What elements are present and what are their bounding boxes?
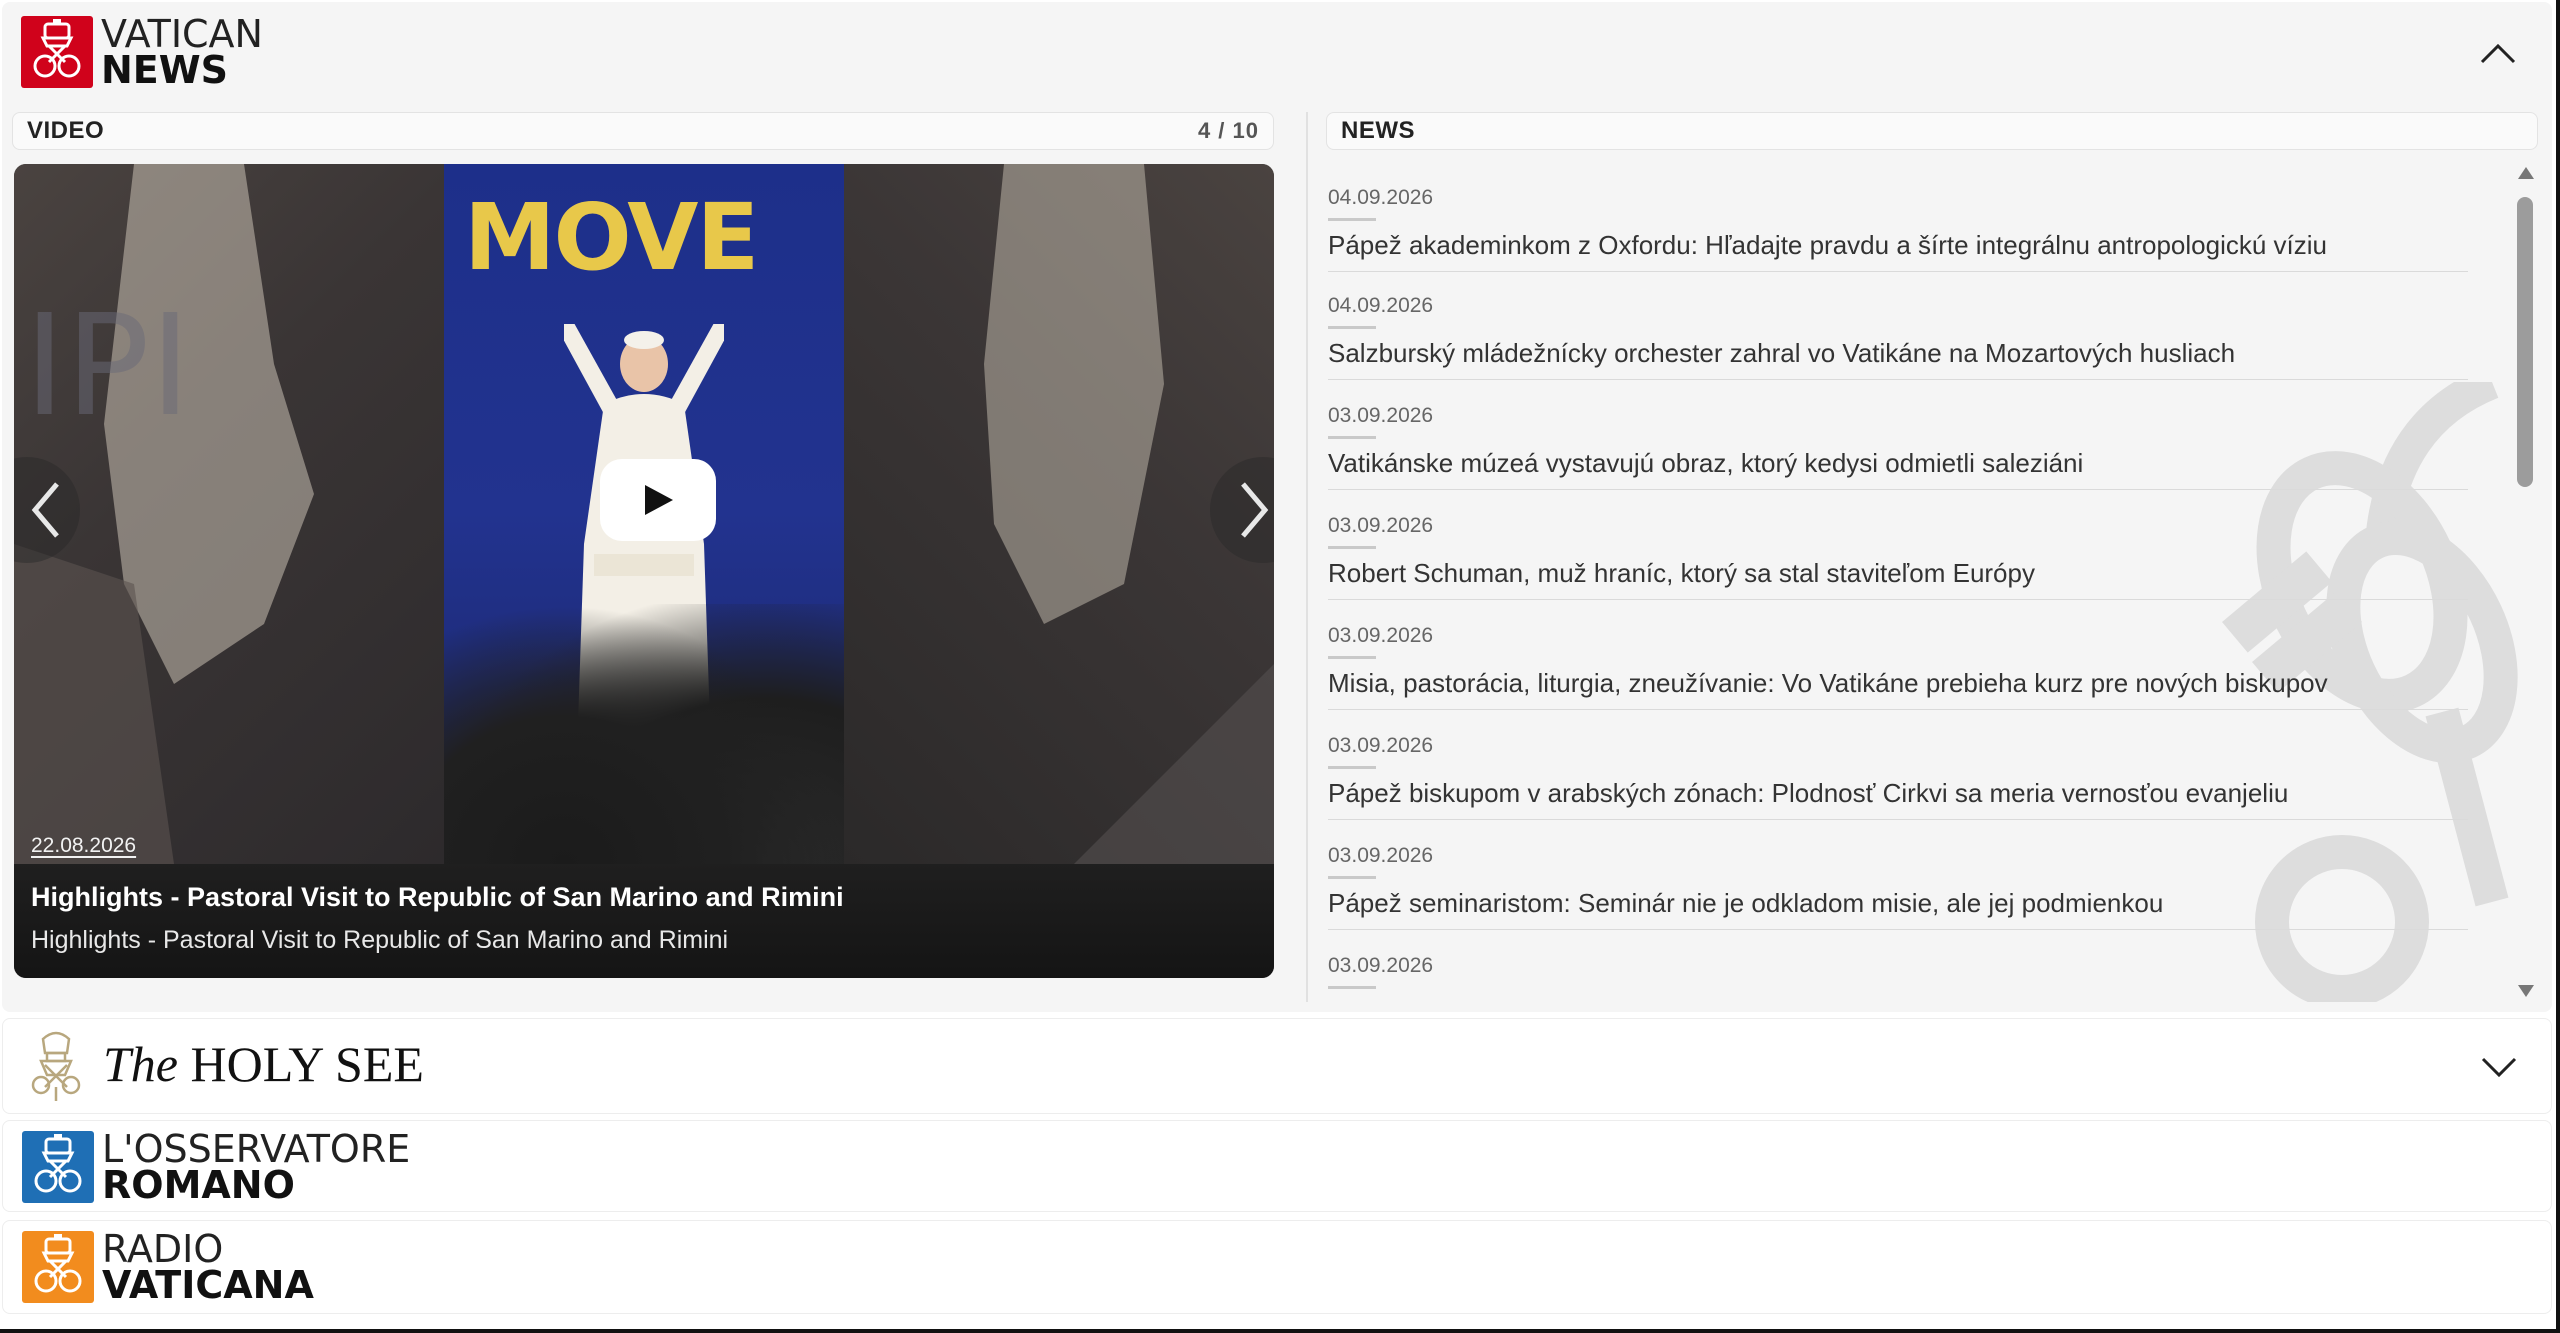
news-item[interactable]: 03.09.2026 Vatikánske múzeá vystavujú ob… — [1328, 380, 2468, 490]
play-icon — [645, 485, 673, 515]
news-scrollbar[interactable] — [2514, 167, 2538, 997]
holy-see-the: The — [103, 1036, 178, 1092]
expand-button[interactable] — [2469, 1037, 2529, 1097]
osservatore-logo-icon — [22, 1131, 94, 1204]
logo-line-vaticana: VATICANA — [102, 1263, 314, 1308]
news-title[interactable]: Salzburský mládežnícky orchester zahral … — [1328, 338, 2235, 369]
news-date: 03.09.2026 — [1328, 514, 1434, 537]
radio-vaticana-panel[interactable]: RADIO VATICANA — [2, 1220, 2552, 1314]
news-list: 04.09.2026 Pápež akademinkom z Oxfordu: … — [1328, 162, 2513, 1002]
news-title[interactable]: Misia, pastorácia, liturgia, zneužívanie… — [1328, 668, 2328, 699]
video-player[interactable]: IPI MOVE 22.08.2026 Highlights - Pastora… — [14, 164, 1274, 978]
news-date: 03.09.2026 — [1328, 844, 1434, 867]
radio-vaticana-logo-icon — [22, 1231, 94, 1304]
news-item[interactable]: 04.09.2026 Pápež akademinkom z Oxfordu: … — [1328, 162, 2468, 272]
news-date: 04.09.2026 — [1328, 294, 1434, 317]
news-section-header: NEWS — [1326, 112, 2538, 150]
svg-text:IPI: IPI — [24, 285, 191, 448]
news-item[interactable]: 03.09.2026 Pápež seminaristom: Seminár n… — [1328, 820, 2468, 930]
chevron-down-icon — [2481, 1057, 2517, 1078]
logo-line-radio: RADIO — [102, 1227, 224, 1271]
news-date: 03.09.2026 — [1328, 624, 1434, 647]
crowd — [444, 604, 844, 864]
chevron-right-icon — [1241, 482, 1269, 538]
news-date-bar — [1328, 436, 1376, 439]
stage-text: MOVE — [464, 184, 759, 291]
logo-line-osservatore: L'OSSERVATORE — [102, 1127, 411, 1171]
news-date: 03.09.2026 — [1328, 734, 1434, 757]
news-date: 03.09.2026 — [1328, 954, 1434, 977]
chevron-left-icon — [31, 482, 59, 538]
collapse-button[interactable] — [2468, 24, 2528, 84]
osservatore-romano-panel[interactable]: L'OSSERVATORE ROMANO — [2, 1120, 2552, 1212]
scroll-up-arrow-icon[interactable] — [2518, 167, 2534, 179]
video-section-label: VIDEO — [27, 117, 105, 144]
news-date-bar — [1328, 218, 1376, 221]
play-button[interactable] — [600, 459, 716, 541]
news-date-bar — [1328, 546, 1376, 549]
news-title[interactable]: Robert Schuman, muž hraníc, ktorý sa sta… — [1328, 558, 2035, 589]
news-title[interactable]: Vatikánske múzeá vystavujú obraz, ktorý … — [1328, 448, 2083, 479]
news-title[interactable]: Pápež akademinkom z Oxfordu: Hľadajte pr… — [1328, 230, 2327, 261]
news-title[interactable]: Pápež biskupom v arabských zónach: Plodn… — [1328, 778, 2288, 809]
news-date-bar — [1328, 876, 1376, 879]
news-date-bar — [1328, 326, 1376, 329]
column-divider — [1306, 112, 1308, 1002]
video-date: 22.08.2026 — [31, 834, 137, 857]
vatican-news-logo[interactable]: VATICAN NEWS — [21, 12, 263, 93]
news-title[interactable]: Pápež seminaristom: Seminár nie je odkla… — [1328, 888, 2163, 919]
news-date-bar — [1328, 766, 1376, 769]
osservatore-romano-logo[interactable]: L'OSSERVATORE ROMANO — [22, 1127, 411, 1208]
logo-line-romano: ROMANO — [102, 1163, 295, 1208]
news-date-bar — [1328, 986, 1376, 989]
news-date-bar — [1328, 656, 1376, 659]
vatican-news-logo-icon — [21, 16, 93, 89]
logo-line-vatican: VATICAN — [101, 12, 263, 56]
video-title[interactable]: Highlights - Pastoral Visit to Republic … — [31, 882, 844, 913]
news-date: 04.09.2026 — [1328, 186, 1434, 209]
scroll-down-arrow-icon[interactable] — [2518, 985, 2534, 997]
holy-see-name: HOLY SEE — [190, 1036, 424, 1092]
holy-see-title: The HOLY SEE — [103, 1035, 424, 1093]
news-item[interactable]: 03.09.2026 Robert Schuman, muž hraníc, k… — [1328, 490, 2468, 600]
news-item[interactable]: 03.09.2026 Misia, pastorácia, liturgia, … — [1328, 600, 2468, 710]
scroll-thumb[interactable] — [2517, 197, 2533, 487]
chevron-up-icon — [2480, 43, 2516, 64]
video-subtitle: Highlights - Pastoral Visit to Republic … — [31, 926, 729, 954]
holy-see-panel[interactable]: The HOLY SEE — [2, 1018, 2552, 1114]
news-item[interactable]: 04.09.2026 Salzburský mládežnícky orches… — [1328, 270, 2468, 380]
video-section-header: VIDEO 4 / 10 — [12, 112, 1274, 150]
logo-line-news: NEWS — [101, 48, 229, 93]
papal-coat-of-arms-icon — [31, 1031, 81, 1101]
news-item[interactable]: 03.09.2026 — [1328, 930, 2468, 1002]
news-section-label: NEWS — [1341, 117, 1415, 144]
video-counter: 4 / 10 — [1197, 118, 1259, 143]
radio-vaticana-logo[interactable]: RADIO VATICANA — [22, 1227, 314, 1308]
vatican-news-header: VATICAN NEWS — [2, 2, 2552, 102]
vatican-news-panel: VATICAN NEWS VIDEO 4 / 10 IPI MOVE 22.08… — [2, 2, 2552, 1012]
news-item[interactable]: 03.09.2026 Pápež biskupom v arabských zó… — [1328, 710, 2468, 820]
news-date: 03.09.2026 — [1328, 404, 1434, 427]
